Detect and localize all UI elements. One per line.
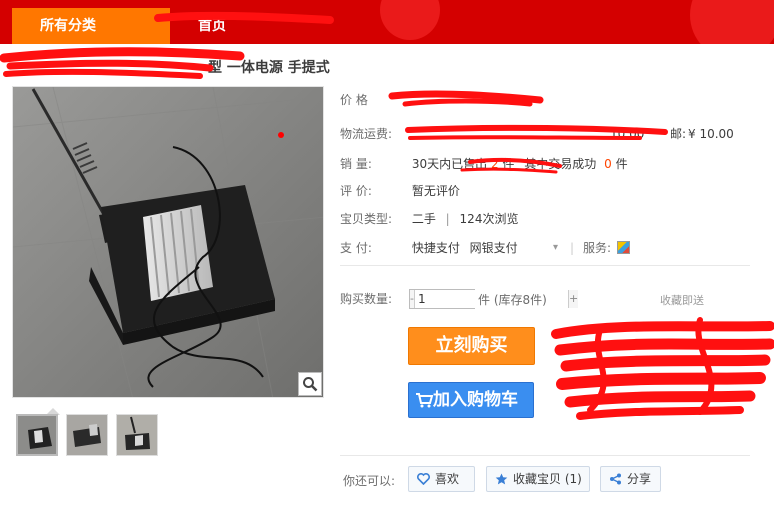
sales-unit: 件 (502, 157, 515, 171)
quantity-label: 购买数量: (340, 292, 393, 306)
stock-info: 件 (库存8件) (478, 293, 547, 307)
item-type-value: 二手 (411, 212, 436, 226)
service-badge-icon[interactable] (617, 241, 630, 254)
item-type-row: 宝贝类型: 二手 | 124次浏览 (340, 207, 518, 231)
express-label: 邮: (670, 127, 687, 141)
reviews-row: 评 价: 暂无评价 (340, 179, 460, 203)
sales-row: 销 量: 30天内已售出 2 件 其中交易成功 0 件 (340, 152, 628, 176)
payment-label: 支 付: (340, 241, 372, 255)
collect-label: 收藏宝贝 (1) (513, 472, 582, 486)
chevron-down-icon[interactable]: ▾ (553, 236, 558, 260)
shipping-label: 物流运费: (340, 127, 393, 141)
all-categories-tab[interactable]: 所有分类 (12, 8, 170, 44)
page-title: 型 一体电源 手提式 (208, 60, 330, 76)
sales-label: 销 量: (340, 157, 372, 171)
add-to-cart-button[interactable]: 加入购物车 (408, 382, 534, 418)
add-to-cart-label: 加入购物车 (433, 390, 518, 410)
title-row: 型 一体电源 手提式 (0, 54, 774, 80)
collect-button[interactable]: 收藏宝贝 (1) (486, 466, 590, 492)
payment-row: 支 付: 快捷支付 网银支付 ▾ | 服务: (340, 236, 630, 260)
quantity-stepper: - + (409, 289, 579, 309)
thumbnail-2[interactable] (66, 414, 108, 456)
cart-icon (416, 393, 433, 408)
deal-prefix: 其中交易成功 (524, 157, 597, 171)
divider (340, 265, 750, 266)
sales-prefix: 30天内已售出 (411, 157, 488, 171)
thumbnail-image (67, 415, 107, 455)
item-type-separator: | (445, 212, 450, 226)
thumbnail-image (117, 415, 157, 455)
shipping-partial-value: 10.00 (610, 127, 645, 141)
sales-count: 2 (490, 157, 499, 171)
price-label: 价 格 (340, 93, 368, 107)
item-type-label: 宝贝类型: (340, 212, 393, 226)
top-navigation: 所有分类 首页 (0, 0, 774, 44)
shipping-row: 物流运费: 10.00 邮: ¥ 10.00 (340, 122, 734, 146)
reviews-label: 评 价: (340, 184, 372, 198)
deal-count: 0 (604, 157, 612, 171)
thumbnail-3[interactable] (116, 414, 158, 456)
service-label: 服务: (583, 241, 612, 255)
nav-decoration (690, 0, 774, 44)
divider (340, 455, 750, 456)
nav-decoration (380, 0, 440, 40)
share-icon (610, 473, 621, 485)
price-row: 价 格 (340, 88, 408, 112)
share-label: 分享 (627, 472, 652, 486)
product-main-image[interactable] (12, 86, 324, 398)
product-page: 所有分类 首页 型 一体电源 手提式 价 格 物流运费: 10.00 邮: ¥ … (0, 0, 774, 528)
star-icon (495, 473, 508, 485)
share-button[interactable]: 分享 (600, 466, 661, 492)
buy-now-button[interactable]: 立刻购买 (408, 327, 535, 365)
thumbnail-image (18, 416, 56, 454)
thumbnail-1[interactable] (16, 414, 58, 456)
payment-method-express[interactable]: 快捷支付 (412, 241, 460, 255)
payment-method-bank[interactable]: 网银支付 (470, 241, 518, 255)
express-fee: ¥ 10.00 (688, 127, 734, 141)
like-label: 喜欢 (435, 472, 460, 486)
deal-unit: 件 (615, 157, 628, 171)
heart-icon (417, 473, 430, 485)
reviews-value[interactable]: 暂无评价 (412, 184, 460, 198)
payment-separator: | (570, 241, 575, 255)
view-count: 124次浏览 (459, 212, 519, 226)
more-actions-label: 你还可以: (343, 474, 396, 488)
like-button[interactable]: 喜欢 (408, 466, 475, 492)
zoom-button[interactable] (298, 372, 322, 396)
magnifier-icon (303, 377, 318, 392)
product-photo (13, 87, 323, 397)
favorite-hint: 收藏即送 (660, 294, 704, 307)
home-nav-link[interactable]: 首页 (198, 8, 226, 44)
quantity-increment-button[interactable]: + (568, 290, 579, 308)
